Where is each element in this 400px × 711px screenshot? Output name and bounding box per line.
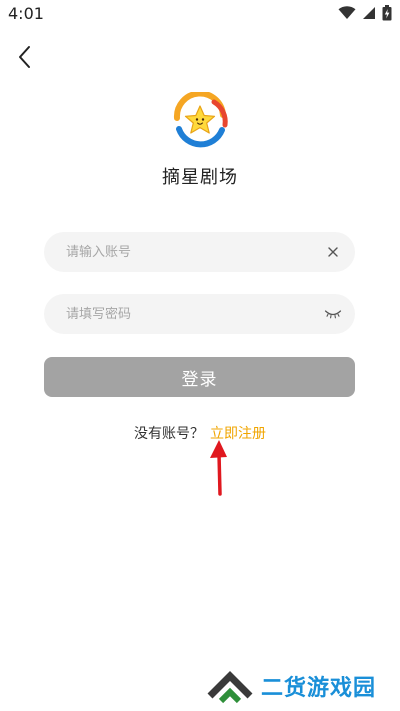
- chevron-left-icon: [19, 46, 30, 68]
- back-button[interactable]: [10, 40, 40, 74]
- signal-icon: [363, 7, 375, 19]
- watermark-logo-icon: [207, 671, 253, 704]
- battery-charging-icon: [382, 5, 392, 21]
- star-logo-icon: [173, 90, 228, 148]
- account-field[interactable]: [44, 232, 355, 272]
- register-line: 没有账号？ 立即注册: [0, 423, 400, 443]
- wifi-icon: [338, 6, 356, 19]
- watermark: 二货游戏园: [207, 666, 397, 706]
- register-prompt: 没有账号？: [134, 426, 204, 442]
- watermark-text: 二货游戏园: [261, 676, 377, 701]
- account-input[interactable]: [66, 232, 316, 272]
- annotation-arrow: [205, 436, 235, 498]
- login-button[interactable]: 登录: [44, 357, 355, 397]
- toggle-password-visibility-button[interactable]: [323, 304, 343, 324]
- clear-account-button[interactable]: [323, 242, 343, 262]
- app-logo: [170, 90, 230, 152]
- status-icons: [338, 5, 392, 21]
- password-field[interactable]: [44, 294, 355, 334]
- app-title: 摘星剧场: [162, 167, 238, 188]
- status-bar: 4:01: [0, 0, 400, 28]
- status-time: 4:01: [8, 4, 44, 23]
- up-arrow-icon: [210, 440, 227, 496]
- close-icon: [328, 247, 338, 257]
- eye-closed-icon: [324, 310, 342, 319]
- password-input[interactable]: [66, 294, 316, 334]
